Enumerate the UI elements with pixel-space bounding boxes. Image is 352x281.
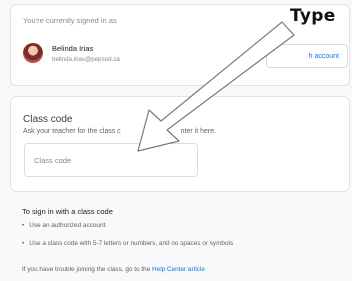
pointer-arrow-icon [137, 21, 295, 152]
